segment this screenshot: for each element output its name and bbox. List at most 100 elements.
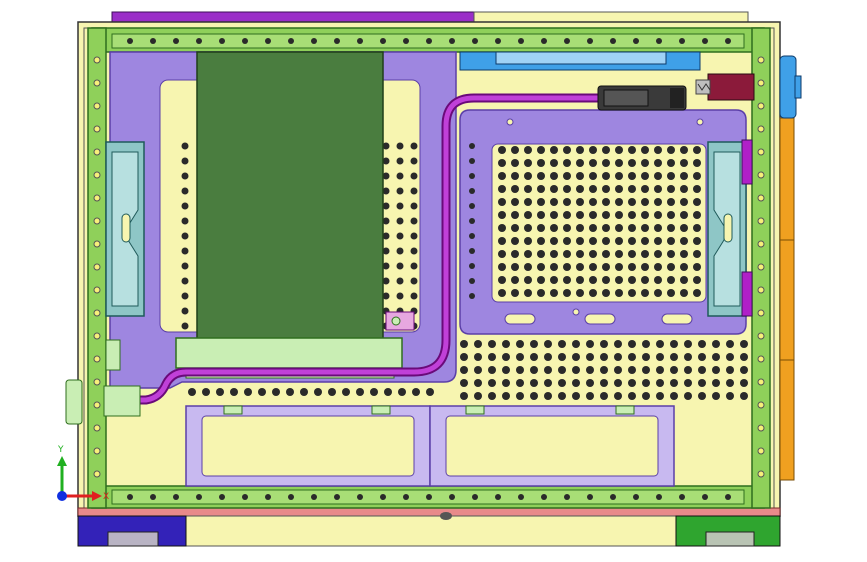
hole: [474, 392, 482, 400]
hole: [544, 353, 552, 361]
hole: [628, 353, 636, 361]
hole: [712, 340, 720, 348]
hole: [628, 198, 636, 206]
hole: [680, 263, 688, 271]
hole: [93, 332, 101, 340]
hole: [757, 194, 765, 202]
hole: [558, 379, 566, 387]
hole: [693, 224, 701, 232]
hole: [654, 237, 662, 245]
hole: [628, 263, 636, 271]
hole: [667, 211, 675, 219]
hole: [589, 159, 597, 167]
hole: [524, 185, 532, 193]
hole: [544, 392, 552, 400]
hole: [181, 247, 189, 255]
hole: [654, 211, 662, 219]
hole: [495, 38, 501, 44]
hole: [684, 392, 692, 400]
hole: [615, 289, 623, 297]
small-pink-connector: [385, 311, 415, 331]
hole: [181, 157, 189, 165]
hole: [641, 198, 649, 206]
hole: [642, 392, 650, 400]
hole: [667, 263, 675, 271]
hole: [410, 142, 418, 150]
hole: [474, 353, 482, 361]
hole: [93, 447, 101, 455]
hole: [667, 146, 675, 154]
hole: [600, 353, 608, 361]
hole: [610, 38, 616, 44]
hole: [469, 218, 475, 224]
hole: [502, 353, 510, 361]
hole: [93, 240, 101, 248]
hole: [667, 224, 675, 232]
hole: [300, 388, 308, 396]
hole: [740, 379, 748, 387]
hole: [396, 247, 404, 255]
hole: [537, 250, 545, 258]
hole: [356, 388, 364, 396]
hole: [426, 388, 434, 396]
hole: [602, 146, 610, 154]
hole: [244, 388, 252, 396]
hole: [628, 366, 636, 374]
hole: [537, 289, 545, 297]
bottom-pink-strip: [77, 507, 781, 517]
hole: [680, 159, 688, 167]
hole: [600, 379, 608, 387]
hole: [469, 263, 475, 269]
hole: [544, 366, 552, 374]
hole: [628, 185, 636, 193]
hole: [614, 379, 622, 387]
hole: [680, 172, 688, 180]
hole: [693, 250, 701, 258]
hole: [403, 494, 409, 500]
hole: [474, 366, 482, 374]
hole: [537, 237, 545, 245]
hole: [288, 38, 294, 44]
hole: [93, 401, 101, 409]
hole: [396, 217, 404, 225]
hole: [181, 202, 189, 210]
hole: [511, 237, 519, 245]
hole: [93, 102, 101, 110]
hole: [403, 38, 409, 44]
assembly-drawing[interactable]: Y X: [0, 0, 867, 562]
hole: [589, 172, 597, 180]
hole: [181, 217, 189, 225]
hole: [412, 388, 420, 396]
hole: [656, 353, 664, 361]
hole: [641, 159, 649, 167]
hole: [93, 355, 101, 363]
hole: [181, 277, 189, 285]
hole: [614, 340, 622, 348]
hole: [524, 211, 532, 219]
hole: [498, 237, 506, 245]
hole: [576, 198, 584, 206]
hole: [524, 146, 532, 154]
hole: [518, 38, 524, 44]
hole: [93, 217, 101, 225]
triad-x-label: X: [103, 492, 109, 502]
hole: [572, 366, 580, 374]
hole: [726, 379, 734, 387]
hole: [712, 379, 720, 387]
hole: [654, 198, 662, 206]
hole: [469, 143, 475, 149]
hole: [242, 38, 248, 44]
hole: [524, 224, 532, 232]
hole: [642, 379, 650, 387]
hole: [563, 211, 571, 219]
hole: [380, 38, 386, 44]
hole: [544, 379, 552, 387]
hole: [524, 237, 532, 245]
cad-viewport[interactable]: Y X: [0, 0, 867, 562]
hole: [127, 38, 133, 44]
hole: [511, 211, 519, 219]
hole: [181, 172, 189, 180]
black-connector: [597, 85, 687, 111]
hole: [667, 250, 675, 258]
hole: [550, 159, 558, 167]
